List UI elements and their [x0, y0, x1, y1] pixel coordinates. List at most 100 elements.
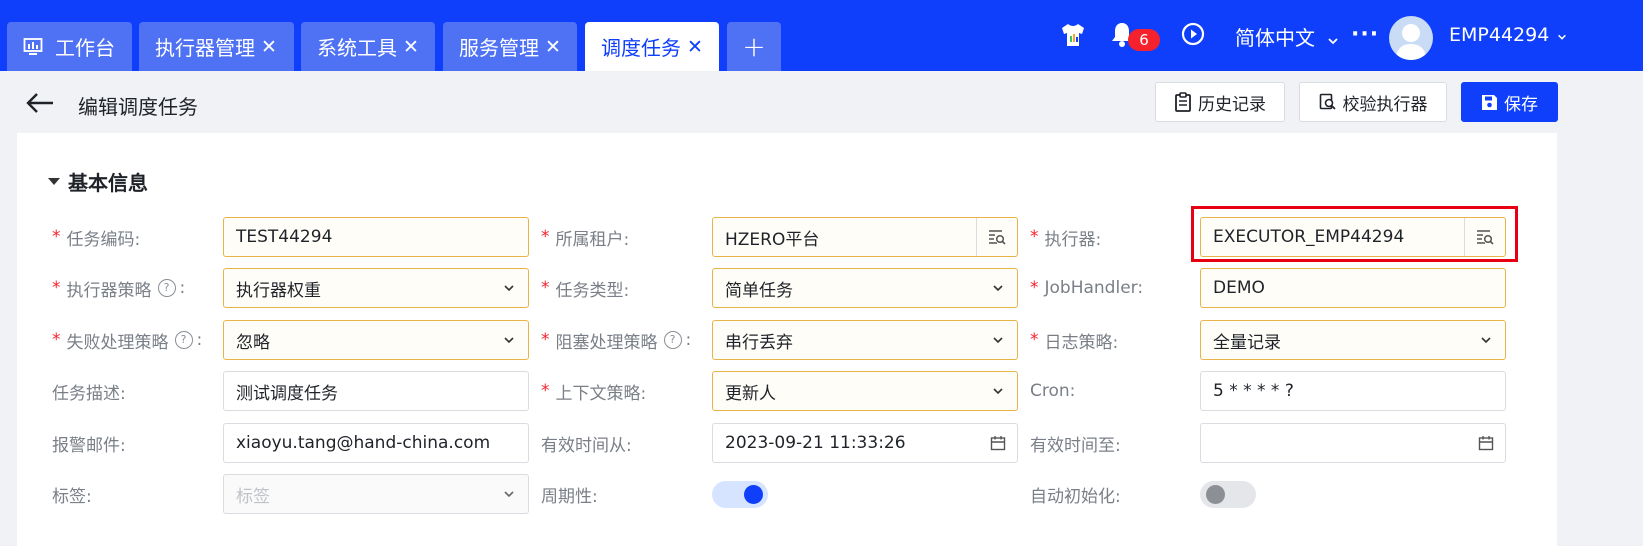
log-strategy-value: 全量记录 — [1213, 332, 1281, 353]
clipboard-icon — [1174, 92, 1192, 112]
tags-select[interactable]: 标签 — [223, 474, 529, 514]
dashboard-icon — [23, 37, 43, 57]
required-mark: * — [52, 278, 61, 298]
label-text: 标签: — [52, 486, 92, 507]
language-label: 简体中文 — [1235, 26, 1315, 50]
alarm-email-input[interactable]: xiaoyu.tang@hand-china.com — [223, 423, 529, 463]
save-button[interactable]: 保存 — [1461, 82, 1558, 122]
label-executor-strategy: * 执行器策略 ?: — [52, 268, 185, 308]
close-icon[interactable]: ✕ — [545, 36, 561, 58]
label-text: 失败处理策略 — [66, 332, 169, 353]
notification-count-badge: 6 — [1128, 29, 1160, 51]
chevron-down-icon — [490, 334, 528, 346]
avatar[interactable] — [1389, 16, 1433, 60]
label-executor: * 执行器: — [1030, 217, 1101, 257]
periodic-toggle[interactable] — [712, 481, 768, 508]
log-strategy-select[interactable]: 全量记录 — [1200, 320, 1506, 360]
job-handler-input[interactable]: DEMO — [1200, 268, 1506, 308]
help-question-icon[interactable]: ? — [157, 279, 176, 297]
block-strategy-select[interactable]: 串行丢弃 — [712, 320, 1018, 360]
add-tab-button[interactable]: + — [727, 22, 781, 71]
label-job-handler: * JobHandler: — [1030, 268, 1143, 308]
label-text: JobHandler: — [1044, 278, 1144, 298]
label-task-code: * 任务编码: — [52, 217, 140, 257]
more-options-icon[interactable]: ··· — [1351, 22, 1379, 47]
task-description-input[interactable]: 测试调度任务 — [223, 371, 529, 411]
theme-shirt-icon[interactable] — [1059, 22, 1087, 52]
label-text: 上下文策略: — [555, 383, 647, 404]
label-context-strategy: * 上下文策略: — [541, 371, 646, 411]
auto-init-toggle[interactable] — [1200, 481, 1256, 508]
tenant-lookup-input[interactable]: HZERO平台 — [712, 217, 1018, 257]
language-selector[interactable]: 简体中文 — [1235, 22, 1339, 52]
tab-label: 服务管理 — [459, 36, 539, 60]
chevron-down-icon — [979, 334, 1017, 346]
chevron-down-icon — [979, 282, 1017, 294]
tab-label: 执行器管理 — [155, 36, 255, 60]
required-mark: * — [1030, 227, 1039, 247]
required-mark: * — [541, 330, 550, 350]
history-button[interactable]: 历史记录 — [1155, 82, 1285, 122]
tab-label: 调度任务 — [601, 36, 681, 60]
tags-placeholder: 标签 — [236, 486, 270, 507]
tab-system-tools[interactable]: 系统工具 ✕ — [301, 22, 435, 71]
username-label: EMP44294 — [1449, 24, 1550, 46]
required-mark: * — [52, 330, 61, 350]
label-task-type: * 任务类型: — [541, 268, 629, 308]
label-text: 阻塞处理策略 — [555, 332, 658, 353]
context-strategy-select[interactable]: 更新人 — [712, 371, 1018, 411]
valid-to-datepicker[interactable] — [1200, 423, 1506, 463]
label-text: 自动初始化: — [1030, 486, 1121, 507]
toggle-knob — [1206, 485, 1225, 504]
fail-strategy-select[interactable]: 忽略 — [223, 320, 529, 360]
save-button-label: 保存 — [1504, 94, 1538, 115]
label-block-strategy: * 阻塞处理策略 ?: — [541, 320, 691, 360]
validate-executor-button[interactable]: 校验执行器 — [1299, 82, 1447, 122]
chevron-down-icon — [1327, 28, 1339, 52]
chevron-down-icon — [979, 385, 1017, 397]
valid-from-datepicker[interactable]: 2023-09-21 11:33:26 — [712, 423, 1018, 463]
tab-executor-management[interactable]: 执行器管理 ✕ — [139, 22, 294, 71]
required-mark: * — [1030, 278, 1039, 298]
required-mark: * — [52, 227, 61, 247]
tab-service-management[interactable]: 服务管理 ✕ — [443, 22, 577, 71]
help-question-icon[interactable]: ? — [174, 331, 193, 349]
cron-input[interactable]: 5 * * * * ? — [1200, 371, 1506, 411]
chevron-down-icon — [1467, 334, 1505, 346]
executor-highlight-box — [1191, 206, 1518, 262]
label-tenant: * 所属租户: — [541, 217, 629, 257]
lookup-search-icon[interactable] — [976, 218, 1017, 256]
executor-strategy-value: 执行器权重 — [236, 280, 321, 301]
label-text: 任务类型: — [555, 280, 630, 301]
task-type-select[interactable]: 简单任务 — [712, 268, 1018, 308]
valid-from-value: 2023-09-21 11:33:26 — [725, 433, 906, 453]
user-menu[interactable]: EMP44294 — [1449, 24, 1567, 47]
back-arrow-icon[interactable] — [25, 90, 55, 120]
tenant-value: HZERO平台 — [725, 229, 820, 250]
section-header-basic-info[interactable]: 基本信息 — [48, 167, 148, 196]
label-alarm-email: 报警邮件: — [52, 423, 126, 463]
label-text: 有效时间至: — [1030, 435, 1121, 456]
play-circle-icon[interactable] — [1181, 22, 1205, 50]
calendar-icon — [1467, 435, 1505, 451]
help-question-icon[interactable]: ? — [663, 331, 682, 349]
close-icon[interactable]: ✕ — [687, 36, 703, 58]
label-log-strategy: * 日志策略: — [1030, 320, 1118, 360]
tab-label: 工作台 — [55, 36, 115, 60]
close-icon[interactable]: ✕ — [261, 36, 277, 58]
alarm-email-value: xiaoyu.tang@hand-china.com — [236, 433, 491, 453]
required-mark: * — [541, 227, 550, 247]
tab-workbench[interactable]: 工作台 — [7, 22, 132, 71]
label-fail-strategy: * 失败处理策略 ?: — [52, 320, 202, 360]
tab-schedule-task[interactable]: 调度任务 ✕ — [585, 22, 719, 71]
close-icon[interactable]: ✕ — [403, 36, 419, 58]
task-type-value: 简单任务 — [725, 280, 793, 301]
task-code-input[interactable]: TEST44294 — [223, 217, 529, 257]
section-title: 基本信息 — [68, 171, 148, 195]
executor-strategy-select[interactable]: 执行器权重 — [223, 268, 529, 308]
label-auto-init: 自动初始化: — [1030, 474, 1121, 514]
chevron-down-icon — [1557, 25, 1567, 47]
label-text: 有效时间从: — [541, 435, 632, 456]
task-description-value: 测试调度任务 — [236, 383, 338, 404]
label-task-description: 任务描述: — [52, 371, 126, 411]
